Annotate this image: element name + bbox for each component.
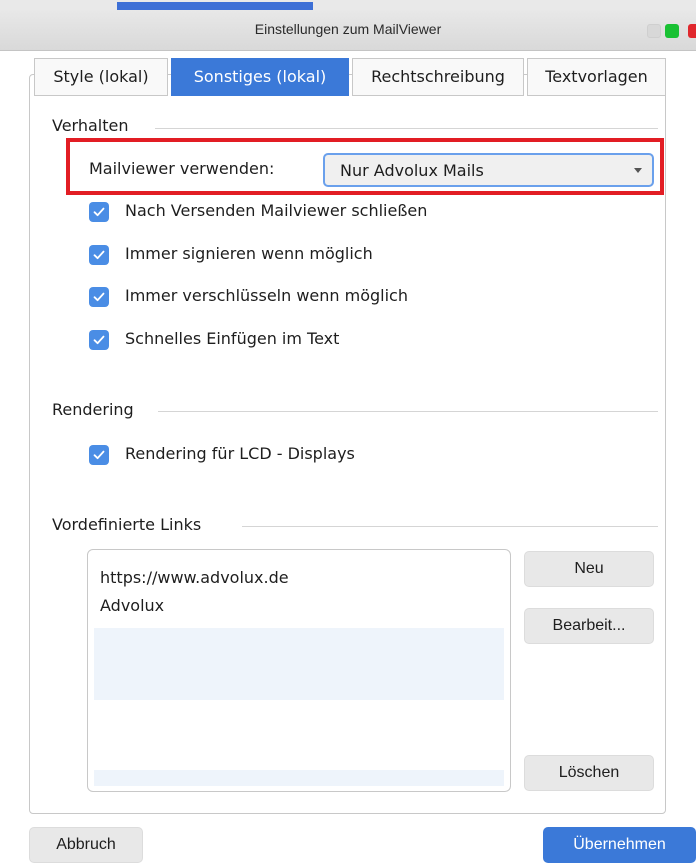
background-selection — [117, 2, 313, 10]
delete-link-button[interactable]: Löschen — [524, 755, 654, 791]
checkbox-quick-insert[interactable]: Schnelles Einfügen im Text — [89, 329, 509, 353]
checkbox-label: Rendering für LCD - Displays — [125, 444, 355, 463]
checkbox-label: Schnelles Einfügen im Text — [125, 329, 340, 348]
tab-textvorlagen[interactable]: Textvorlagen — [527, 58, 666, 96]
section-title-vordefinierte-links: Vordefinierte Links — [52, 515, 202, 534]
section-title-rendering: Rendering — [52, 400, 134, 419]
apply-button[interactable]: Übernehmen — [543, 827, 696, 863]
checkbox-label: Immer signieren wenn möglich — [125, 244, 373, 263]
checkbox-checked-icon[interactable] — [89, 330, 109, 350]
checkbox-always-sign[interactable]: Immer signieren wenn möglich — [89, 244, 509, 268]
section-divider — [158, 411, 658, 412]
links-list[interactable]: https://www.advolux.de Advolux — [87, 549, 511, 792]
window-title: Einstellungen zum MailViewer — [254, 21, 442, 37]
checkbox-label: Nach Versenden Mailviewer schließen — [125, 201, 428, 220]
list-row-stripe — [94, 628, 504, 700]
checkbox-checked-icon[interactable] — [89, 287, 109, 307]
cancel-button[interactable]: Abbruch — [29, 827, 143, 863]
checkbox-lcd-rendering[interactable]: Rendering für LCD - Displays — [89, 444, 509, 468]
list-item[interactable]: https://www.advolux.de — [100, 568, 289, 587]
minimize-button-icon[interactable] — [647, 24, 661, 38]
background-window-strip — [0, 0, 696, 10]
mailviewer-label: Mailviewer verwenden: — [89, 159, 275, 178]
list-row-stripe — [94, 770, 504, 786]
tab-rechtschreibung[interactable]: Rechtschreibung — [352, 58, 524, 96]
tab-style-lokal[interactable]: Style (lokal) — [34, 58, 168, 96]
new-link-button[interactable]: Neu — [524, 551, 654, 587]
edit-link-button[interactable]: Bearbeit... — [524, 608, 654, 644]
window-titlebar: Einstellungen zum MailViewer — [0, 10, 696, 51]
zoom-button-icon[interactable] — [665, 24, 679, 38]
mailviewer-select[interactable]: Nur Advolux Mails — [323, 153, 654, 187]
checkbox-always-encrypt[interactable]: Immer verschlüsseln wenn möglich — [89, 286, 509, 310]
checkbox-close-after-send[interactable]: Nach Versenden Mailviewer schließen — [89, 201, 509, 225]
mailviewer-select-value: Nur Advolux Mails — [340, 161, 484, 180]
checkbox-checked-icon[interactable] — [89, 202, 109, 222]
section-divider — [242, 526, 658, 527]
checkbox-label: Immer verschlüsseln wenn möglich — [125, 286, 408, 305]
tab-sonstiges-lokal[interactable]: Sonstiges (lokal) — [171, 58, 349, 96]
section-title-verhalten: Verhalten — [52, 116, 129, 135]
list-item[interactable]: Advolux — [100, 596, 164, 615]
section-divider — [155, 128, 658, 129]
chevron-down-icon — [634, 168, 642, 173]
checkbox-checked-icon[interactable] — [89, 245, 109, 265]
checkbox-checked-icon[interactable] — [89, 445, 109, 465]
close-button-icon[interactable] — [688, 24, 696, 38]
